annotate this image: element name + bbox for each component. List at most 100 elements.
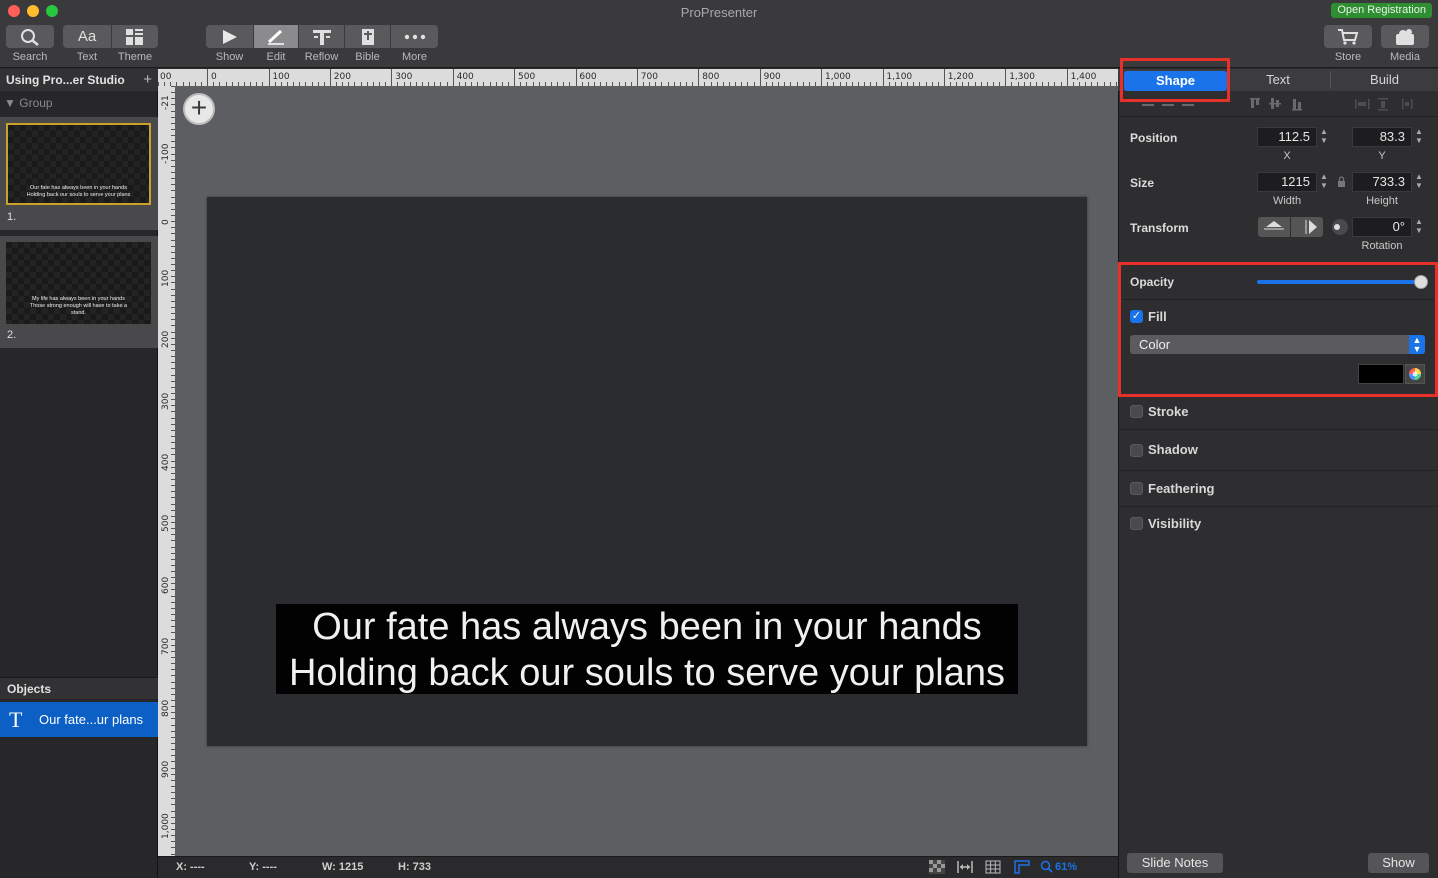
slide-text-box[interactable]: Our fate has always been in your hands H… <box>276 604 1018 694</box>
bible-button[interactable] <box>345 25 390 48</box>
tab-text[interactable]: Text <box>1228 69 1328 91</box>
x-label: X <box>1283 150 1291 162</box>
slide-preview-line: Our fate has always been in your hands <box>30 185 127 191</box>
slide-notes-button[interactable]: Slide Notes <box>1127 853 1223 873</box>
zoom-icon[interactable] <box>1040 860 1053 874</box>
more-icon <box>404 34 425 39</box>
ruler-label: 400 <box>161 453 171 471</box>
flip-vertical-button[interactable] <box>1258 217 1290 237</box>
slide-preview-line: stand. <box>71 310 86 316</box>
more-label: More <box>401 51 428 63</box>
width-stepper[interactable]: ▲ ▼ <box>1319 172 1329 192</box>
rotation-label: Rotation <box>1361 240 1403 252</box>
slide-preview: Our fate has always been in your hands H… <box>6 123 151 205</box>
vertical-ruler: -21 -100 0 100 200 300 400 500 600 700 800 900 1,000 <box>158 86 175 856</box>
ruler-label: 200 <box>333 72 351 82</box>
ruler-tick <box>1066 69 1068 86</box>
more-button[interactable] <box>391 25 438 48</box>
position-x-field[interactable]: 112.5 <box>1257 127 1317 147</box>
library-title[interactable]: Using Pro...er Studio <box>6 73 125 87</box>
store-label: Store <box>1334 51 1362 63</box>
shadow-checkbox[interactable] <box>1130 444 1143 457</box>
align-bottom-icon <box>1292 99 1302 111</box>
text-label: Text <box>76 51 98 63</box>
ruler-icon[interactable] <box>1014 860 1030 874</box>
store-button[interactable] <box>1324 25 1372 48</box>
show-label: Show <box>215 51 244 63</box>
ruler-label: 00 <box>160 72 172 82</box>
flip-horizontal-icon <box>1305 220 1317 234</box>
ruler-label: 400 <box>456 72 474 82</box>
ruler-label: 1,200 <box>947 72 974 82</box>
fit-width-icon[interactable] <box>957 860 973 874</box>
distribute-horizontal-icon <box>1355 99 1370 109</box>
ruler-label: 800 <box>161 699 171 717</box>
ruler-tick <box>329 69 331 86</box>
media-label: Media <box>1390 51 1420 63</box>
ruler-tick <box>452 69 454 86</box>
reflow-button[interactable] <box>299 25 344 48</box>
edit-label: Edit <box>266 51 286 63</box>
visibility-checkbox[interactable] <box>1130 517 1143 530</box>
shadow-label: Shadow <box>1148 442 1198 457</box>
height-stepper[interactable]: ▲ ▼ <box>1414 172 1424 192</box>
ruler-label: 1,000 <box>161 813 171 840</box>
slide-text-line: Holding back our souls to serve your pla… <box>288 652 1006 694</box>
disclosure-triangle-icon[interactable]: ▼ <box>4 96 16 110</box>
divider <box>1118 429 1438 430</box>
rotation-field[interactable]: 0° <box>1352 217 1412 237</box>
checkerboard-icon[interactable] <box>929 860 945 874</box>
stroke-checkbox[interactable] <box>1130 405 1143 418</box>
edit-button[interactable] <box>254 25 298 48</box>
slide-thumbnail-1[interactable]: Our fate has always been in your hands H… <box>0 117 158 230</box>
ruler-tick <box>821 69 823 86</box>
width-field[interactable]: 1215 <box>1257 172 1317 192</box>
slide-preview-line: My life has always been in your hands <box>32 296 125 302</box>
text-button[interactable]: Aa <box>63 25 111 48</box>
show-button[interactable] <box>206 25 253 48</box>
flip-vertical-icon <box>1264 221 1284 230</box>
slide-thumbnail-2[interactable]: My life has always been in your hands Th… <box>0 236 158 348</box>
library-header: Using Pro...er Studio + <box>0 69 158 91</box>
search-label: Search <box>12 51 48 63</box>
theme-button[interactable] <box>112 25 158 48</box>
add-icon[interactable]: + <box>143 69 152 91</box>
group-label: Group <box>19 96 53 110</box>
rotation-dial[interactable] <box>1332 219 1348 235</box>
grid-icon[interactable] <box>985 860 1001 874</box>
add-object-button[interactable]: + <box>183 93 215 125</box>
open-registration-button[interactable]: Open Registration <box>1331 3 1432 18</box>
reflow-icon <box>312 29 331 45</box>
position-y-field[interactable]: 83.3 <box>1352 127 1412 147</box>
width-label: Width <box>1272 195 1302 207</box>
slide-number: 2. <box>7 329 17 341</box>
position-label: Position <box>1130 131 1178 145</box>
group-row[interactable]: ▼ Group <box>0 93 158 113</box>
slide-number: 1. <box>7 211 17 223</box>
search-button[interactable] <box>6 25 54 48</box>
feathering-checkbox[interactable] <box>1130 482 1143 495</box>
flip-horizontal-button[interactable] <box>1291 217 1323 237</box>
ruler-tick <box>698 69 700 86</box>
stroke-label: Stroke <box>1148 404 1189 419</box>
object-list-item[interactable]: T Our fate...ur plans <box>0 702 158 737</box>
position-x-stepper[interactable]: ▲ ▼ <box>1319 127 1329 147</box>
media-button[interactable] <box>1381 25 1429 48</box>
align-top-icon <box>1250 98 1260 108</box>
feathering-label: Feathering <box>1148 481 1215 496</box>
height-field[interactable]: 733.3 <box>1352 172 1412 192</box>
ruler-label: 300 <box>161 392 171 410</box>
ruler-label: 500 <box>518 72 536 82</box>
show-output-button[interactable]: Show <box>1368 853 1429 873</box>
ruler-label: 1,000 <box>825 72 851 82</box>
alignment-toolbar[interactable] <box>1140 96 1430 112</box>
tab-build[interactable]: Build <box>1331 69 1438 91</box>
cart-icon <box>1338 28 1359 45</box>
lock-icon[interactable] <box>1337 176 1346 187</box>
rotation-stepper[interactable]: ▲ ▼ <box>1414 217 1424 237</box>
ruler-label: -100 <box>161 143 171 164</box>
pencil-icon <box>267 29 284 45</box>
zoom-level[interactable]: 61% <box>1055 861 1077 873</box>
position-y-stepper[interactable]: ▲ ▼ <box>1414 127 1424 147</box>
distribute-space-icon <box>1402 99 1413 109</box>
